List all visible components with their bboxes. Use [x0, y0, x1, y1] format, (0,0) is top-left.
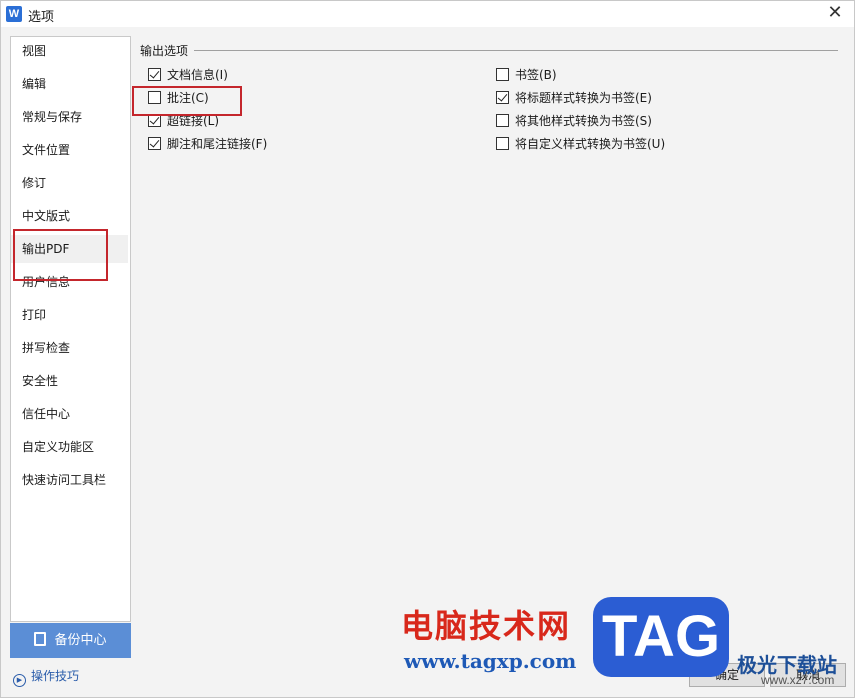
checkbox[interactable]	[496, 91, 509, 104]
option-label: 脚注和尾注链接(F)	[167, 137, 268, 151]
annotation-box-comments	[132, 86, 242, 116]
sidebar-item-revisions[interactable]: 修订	[11, 169, 128, 197]
annotation-box-export-pdf	[13, 229, 108, 281]
option-label: 将其他样式转换为书签(S)	[515, 114, 652, 128]
checkbox[interactable]	[496, 137, 509, 150]
checkbox[interactable]	[148, 137, 161, 150]
option-bookmarks[interactable]: 书签(B)	[496, 68, 557, 86]
sidebar-item-chinese-layout[interactable]: 中文版式	[11, 202, 128, 230]
checkbox[interactable]	[496, 68, 509, 81]
option-hyperlinks[interactable]: 超链接(L)	[148, 114, 219, 132]
sidebar-item-security[interactable]: 安全性	[11, 367, 128, 395]
close-icon[interactable]: ✕	[826, 4, 844, 22]
group-divider	[194, 50, 838, 51]
sidebar-item-print[interactable]: 打印	[11, 301, 128, 329]
window-title: 选项	[28, 10, 55, 25]
sidebar-item-customize-ribbon[interactable]: 自定义功能区	[11, 433, 128, 461]
backup-center-label: 备份中心	[54, 633, 107, 648]
wps-writer-icon: W	[6, 6, 22, 22]
checkbox[interactable]	[496, 114, 509, 127]
option-other-styles-to-bookmarks[interactable]: 将其他样式转换为书签(S)	[496, 114, 652, 132]
sidebar-item-general-save[interactable]: 常规与保存	[11, 103, 128, 131]
tips-label: 操作技巧	[31, 669, 80, 683]
option-footnote-links[interactable]: 脚注和尾注链接(F)	[148, 137, 267, 155]
option-label: 书签(B)	[515, 68, 557, 82]
sidebar-item-trust-center[interactable]: 信任中心	[11, 400, 128, 428]
options-sidebar: 视图 编辑 常规与保存 文件位置 修订 中文版式 输出PDF 用户信息 打印 拼…	[10, 36, 131, 622]
option-label: 将自定义样式转换为书签(U)	[515, 137, 666, 151]
options-dialog: W 选项 ✕ 视图 编辑 常规与保存 文件位置 修订 中文版式 输出PDF 用户…	[0, 0, 855, 698]
option-document-info[interactable]: 文档信息(I)	[148, 68, 228, 86]
title-bar: W 选项 ✕	[1, 1, 854, 27]
watermark-text: 电脑技术网	[401, 607, 572, 645]
watermark-site-url: www.xz7.com	[761, 673, 835, 687]
group-title: 输出选项	[140, 44, 189, 58]
sidebar-item-edit[interactable]: 编辑	[11, 70, 128, 98]
watermark-tag-logo: TAG	[593, 597, 729, 677]
play-icon: ▶	[13, 674, 26, 687]
export-pdf-panel: 输出选项 文档信息(I) 批注(C) 超链接(L) 脚注和尾注链接(F) 书签(…	[132, 36, 846, 622]
backup-center-button[interactable]: 备份中心	[10, 623, 131, 658]
option-label: 超链接(L)	[167, 114, 220, 128]
watermark-url: www.tagxp.com	[404, 649, 577, 673]
option-label: 将标题样式转换为书签(E)	[515, 91, 652, 105]
option-heading-to-bookmarks[interactable]: 将标题样式转换为书签(E)	[496, 91, 652, 109]
option-label: 文档信息(I)	[167, 68, 228, 82]
tips-link[interactable]: ▶ 操作技巧	[13, 667, 79, 687]
sidebar-item-file-locations[interactable]: 文件位置	[11, 136, 128, 164]
checkbox[interactable]	[148, 68, 161, 81]
backup-icon	[34, 632, 47, 646]
sidebar-item-view[interactable]: 视图	[11, 37, 128, 65]
sidebar-item-spell-check[interactable]: 拼写检查	[11, 334, 128, 362]
sidebar-item-quick-access-toolbar[interactable]: 快速访问工具栏	[11, 466, 128, 494]
option-custom-styles-to-bookmarks[interactable]: 将自定义样式转换为书签(U)	[496, 137, 665, 155]
